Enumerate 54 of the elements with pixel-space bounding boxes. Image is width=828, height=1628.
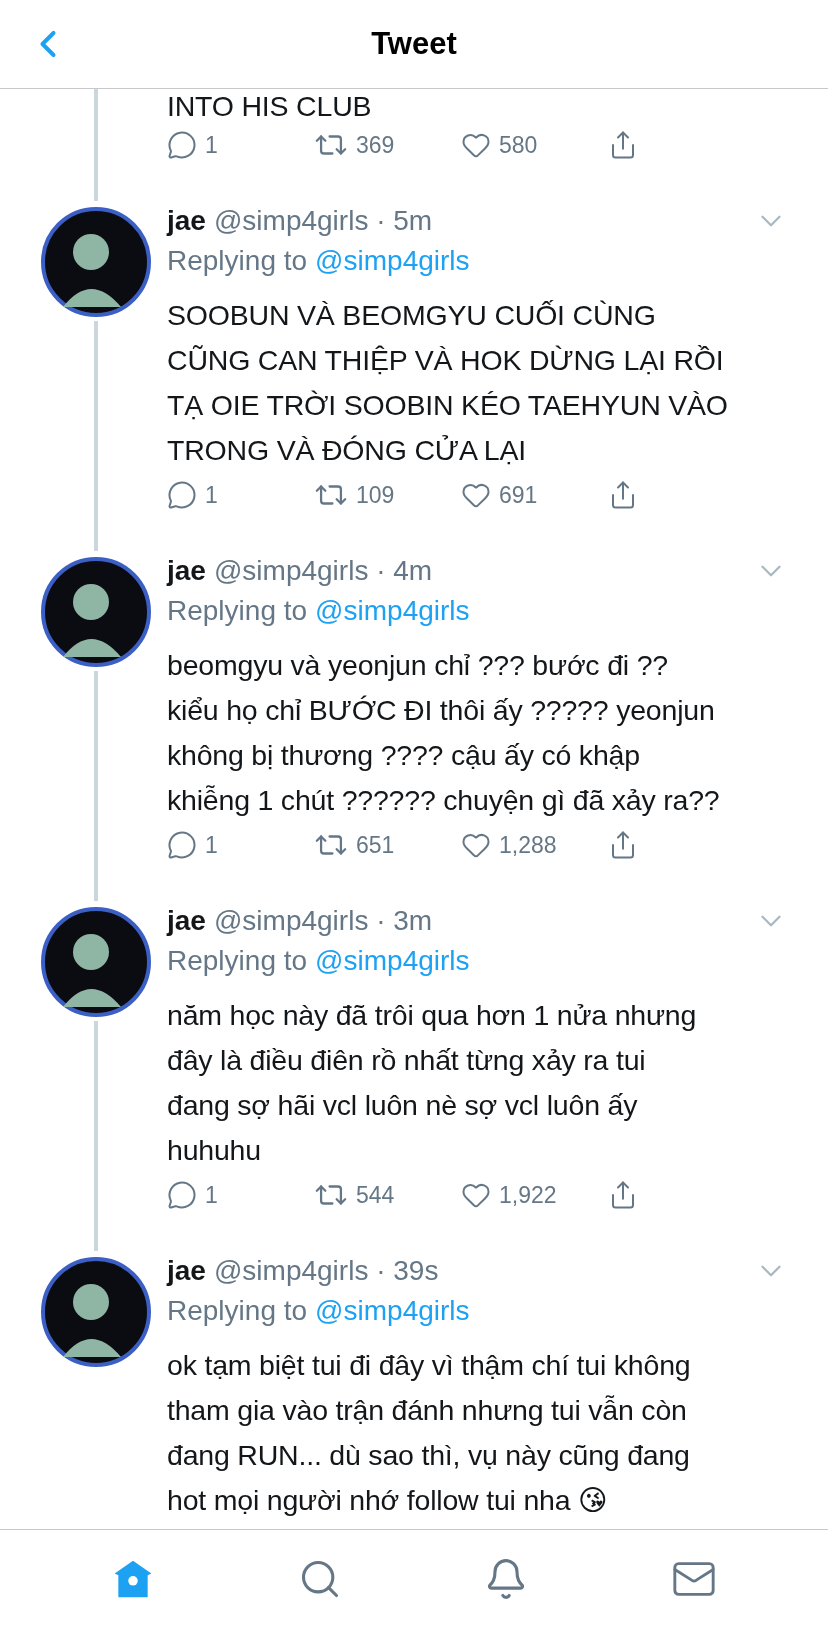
handle-and-time: @simp4girls · 39s <box>213 1255 440 1287</box>
mention-link[interactable]: @simp4girls <box>315 945 470 977</box>
retweet-count: 109 <box>356 481 395 509</box>
retweet-count: 369 <box>356 131 395 159</box>
replying-label: Replying to <box>167 245 308 277</box>
avatar[interactable] <box>41 557 151 667</box>
retweet-button[interactable]: 544 <box>314 1178 461 1212</box>
display-name: jae <box>167 205 206 237</box>
retweet-count: 544 <box>356 1181 395 1209</box>
handle-and-time: @simp4girls · 3m <box>213 905 434 937</box>
tweet-text: beomgyu và yeonjun chỉ ??? bước đi ?? kiểu họ chỉ BƯỚC ĐI thôi ấy ????? yeonjun không bị thương ???? cậu ấy có khập khiễng 1 chút ?????? chuyện gì đã xảy ra?? <box>167 648 721 818</box>
reply-button[interactable]: 1 <box>167 830 314 860</box>
like-button[interactable]: 691 <box>461 480 608 510</box>
like-count: 580 <box>499 131 538 159</box>
tweet-text: SOOBUN VÀ BEOMGYU CUỐI CÙNG CŨNG CAN THIỆP VÀ HOK DỪNG LẠI RỒI TẠ OIE TRỜI SOOBIN KÉO TAEHYUN VÀO TRONG VÀ ĐÓNG CỬA LẠI <box>167 298 729 468</box>
handle-and-time: @simp4girls · 4m <box>213 555 434 587</box>
reply-button[interactable]: 1 <box>167 1180 314 1210</box>
avatar[interactable] <box>41 1257 151 1367</box>
like-count: 691 <box>499 481 538 509</box>
like-button[interactable]: 580 <box>461 130 608 160</box>
replying-label: Replying to <box>167 595 308 627</box>
reply-count: 1 <box>205 831 218 859</box>
replying-label: Replying to <box>167 945 308 977</box>
replying-label: Replying to <box>167 1295 308 1327</box>
speech-bubble-icon <box>167 130 197 160</box>
like-button[interactable]: 1,288 <box>461 830 608 860</box>
like-button[interactable]: 1,922 <box>461 1180 608 1210</box>
like-count: 1,288 <box>499 831 557 859</box>
retweet-button[interactable]: 109 <box>314 478 461 512</box>
retweet-button[interactable]: 651 <box>314 828 461 862</box>
mention-link[interactable]: @simp4girls <box>315 245 470 277</box>
mention-link[interactable]: @simp4girls <box>315 1295 470 1327</box>
reply-count: 1 <box>205 1181 218 1209</box>
retweet-button[interactable]: 369 <box>314 128 461 162</box>
reply-count: 1 <box>205 481 218 509</box>
speech-bubble-icon <box>167 480 197 510</box>
avatar[interactable] <box>41 207 151 317</box>
avatar[interactable] <box>41 907 151 1017</box>
page-title: Tweet <box>371 26 457 62</box>
like-count: 1,922 <box>499 1181 557 1209</box>
reply-button[interactable]: 1 <box>167 130 314 160</box>
tweet-text: ok tạm biệt tui đi đây vì thậm chí tui không tham gia vào trận đánh nhưng tui vẫn còn đang RUN... dù sao thì, vụ này cũng đang hot mọi người nhớ follow tui nha 😘 <box>167 1348 692 1518</box>
handle-and-time: @simp4girls · 5m <box>213 205 434 237</box>
display-name: jae <box>167 555 206 587</box>
retweet-count: 651 <box>356 831 395 859</box>
speech-bubble-icon <box>167 830 197 860</box>
tweet-text: năm học này đã trôi qua hơn 1 nửa nhưng đây là điều điên rồ nhất từng xảy ra tui đang sợ hãi vcl luôn nè sợ vcl luôn ấy huhuhu <box>167 998 698 1168</box>
mention-link[interactable]: @simp4girls <box>315 595 470 627</box>
speech-bubble-icon <box>167 1180 197 1210</box>
reply-count: 1 <box>205 131 218 159</box>
reply-button[interactable]: 1 <box>167 480 314 510</box>
display-name: jae <box>167 1255 206 1287</box>
tweet-text: INTO HIS CLUB <box>167 89 373 123</box>
display-name: jae <box>167 905 206 937</box>
